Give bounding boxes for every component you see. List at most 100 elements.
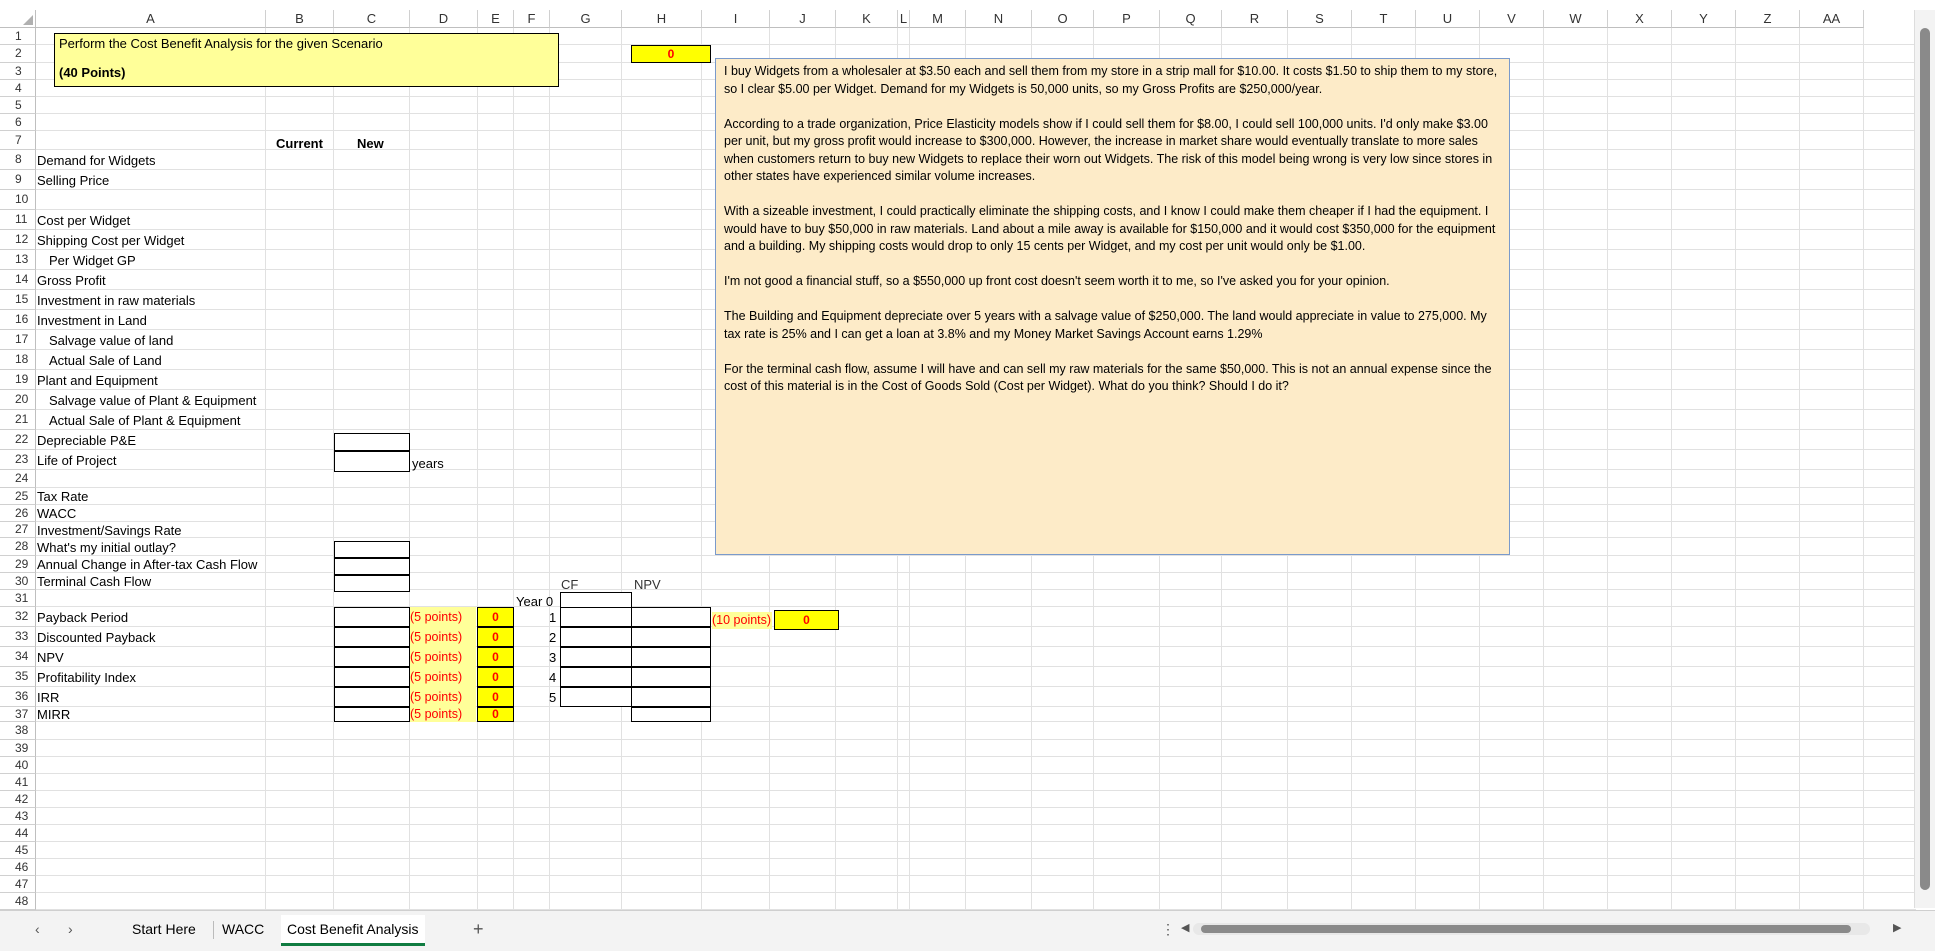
score-cell-row37[interactable]: 0 [477,707,514,722]
next-sheet-arrow-icon[interactable]: › [68,921,73,937]
row-header-30[interactable]: 30 [0,573,36,590]
row-header-42[interactable]: 42 [0,791,36,808]
spreadsheet-grid[interactable]: A B C D E F G H I J K L M N O P Q R S T U V W X Y Z AA 1 2 3 4 5 6 7 8 9 10… [0,0,1935,910]
cf-input-year5[interactable] [560,687,632,707]
row-header-35[interactable]: 35 [0,667,36,687]
metric-input-row35[interactable] [334,667,410,687]
tab-start-here[interactable]: Start Here [126,915,202,943]
metric-input-row32[interactable] [334,607,410,627]
column-header-g[interactable]: G [550,10,622,28]
cf-input-year3[interactable] [560,647,632,667]
score-cell-row34[interactable]: 0 [477,647,514,667]
title-box[interactable]: Perform the Cost Benefit Analysis for th… [54,33,559,87]
row-header-1[interactable]: 1 [0,28,36,45]
input-terminal-cash-flow[interactable] [334,575,410,592]
row-header-29[interactable]: 29 [0,556,36,573]
tab-cost-benefit-analysis[interactable]: Cost Benefit Analysis [281,915,425,946]
row-header-47[interactable]: 47 [0,876,36,893]
column-header-d[interactable]: D [410,10,478,28]
row-header-48[interactable]: 48 [0,893,36,910]
column-header-v[interactable]: V [1480,10,1544,28]
row-header-13[interactable]: 13 [0,250,36,270]
row-header-45[interactable]: 45 [0,842,36,859]
row-header-20[interactable]: 20 [0,390,36,410]
scenario-textbox[interactable]: I buy Widgets from a wholesaler at $3.50… [715,58,1510,555]
add-sheet-icon[interactable]: + [467,915,490,943]
column-header-n[interactable]: N [966,10,1032,28]
score-cell-row32[interactable]: 0 [477,607,514,627]
row-header-23[interactable]: 23 [0,450,36,470]
row-header-25[interactable]: 25 [0,488,36,505]
column-header-i[interactable]: I [702,10,770,28]
row-header-44[interactable]: 44 [0,825,36,842]
column-header-e[interactable]: E [478,10,514,28]
npv-input-row37[interactable] [631,707,711,722]
metric-input-row37[interactable] [334,707,410,722]
column-header-h[interactable]: H [622,10,702,28]
prev-sheet-arrow-icon[interactable]: ‹ [35,921,40,937]
row-header-38[interactable]: 38 [0,722,36,740]
row-header-6[interactable]: 6 [0,114,36,131]
row-header-21[interactable]: 21 [0,410,36,430]
column-header-aa[interactable]: AA [1800,10,1864,28]
input-initial-outlay[interactable] [334,541,410,558]
row-header-36[interactable]: 36 [0,687,36,707]
tab-wacc[interactable]: WACC [216,915,270,943]
row-header-37[interactable]: 37 [0,707,36,722]
row-header-14[interactable]: 14 [0,270,36,290]
column-header-a[interactable]: A [36,10,266,28]
cf-score-cell[interactable]: 0 [774,610,839,630]
input-depreciable-pe[interactable] [334,433,410,451]
vertical-scrollbar[interactable] [1914,10,1935,908]
row-header-2[interactable]: 2 [0,45,36,63]
row-header-10[interactable]: 10 [0,190,36,210]
cf-input-year2[interactable] [560,627,632,647]
row-header-28[interactable]: 28 [0,538,36,556]
row-header-5[interactable]: 5 [0,97,36,114]
column-header-q[interactable]: Q [1160,10,1222,28]
row-header-11[interactable]: 11 [0,210,36,230]
horizontal-scroll-thumb[interactable] [1201,925,1851,933]
row-header-22[interactable]: 22 [0,430,36,450]
column-header-u[interactable]: U [1416,10,1480,28]
column-header-t[interactable]: T [1352,10,1416,28]
column-header-z[interactable]: Z [1736,10,1800,28]
row-header-19[interactable]: 19 [0,370,36,390]
column-header-x[interactable]: X [1608,10,1672,28]
scroll-right-icon[interactable]: ▶ [1893,921,1901,934]
row-header-41[interactable]: 41 [0,774,36,791]
row-header-46[interactable]: 46 [0,859,36,876]
row-header-8[interactable]: 8 [0,150,36,170]
npv-input-row32[interactable] [631,607,711,627]
column-header-k[interactable]: K [836,10,898,28]
column-header-s[interactable]: S [1288,10,1352,28]
column-header-o[interactable]: O [1032,10,1094,28]
row-header-9[interactable]: 9 [0,170,36,190]
cf-input-year1[interactable] [560,607,632,627]
cf-input-year4[interactable] [560,667,632,687]
vertical-scroll-thumb[interactable] [1920,28,1930,890]
row-header-43[interactable]: 43 [0,808,36,825]
metric-input-row34[interactable] [334,647,410,667]
column-header-m[interactable]: M [910,10,966,28]
npv-input-row34[interactable] [631,647,711,667]
column-header-y[interactable]: Y [1672,10,1736,28]
row-header-12[interactable]: 12 [0,230,36,250]
row-header-3[interactable]: 3 [0,63,36,80]
column-header-c[interactable]: C [334,10,410,28]
column-header-b[interactable]: B [266,10,334,28]
row-header-34[interactable]: 34 [0,647,36,667]
horizontal-scrollbar[interactable] [1193,923,1870,935]
select-all-corner[interactable] [0,10,36,28]
input-annual-cash-flow[interactable] [334,558,410,575]
row-header-15[interactable]: 15 [0,290,36,310]
row-header-40[interactable]: 40 [0,757,36,774]
row-header-39[interactable]: 39 [0,740,36,757]
metric-input-row33[interactable] [334,627,410,647]
row-header-31[interactable]: 31 [0,590,36,607]
scroll-left-icon[interactable]: ◀ [1181,921,1189,934]
row-header-17[interactable]: 17 [0,330,36,350]
column-header-r[interactable]: R [1222,10,1288,28]
row-header-26[interactable]: 26 [0,505,36,522]
column-header-w[interactable]: W [1544,10,1608,28]
